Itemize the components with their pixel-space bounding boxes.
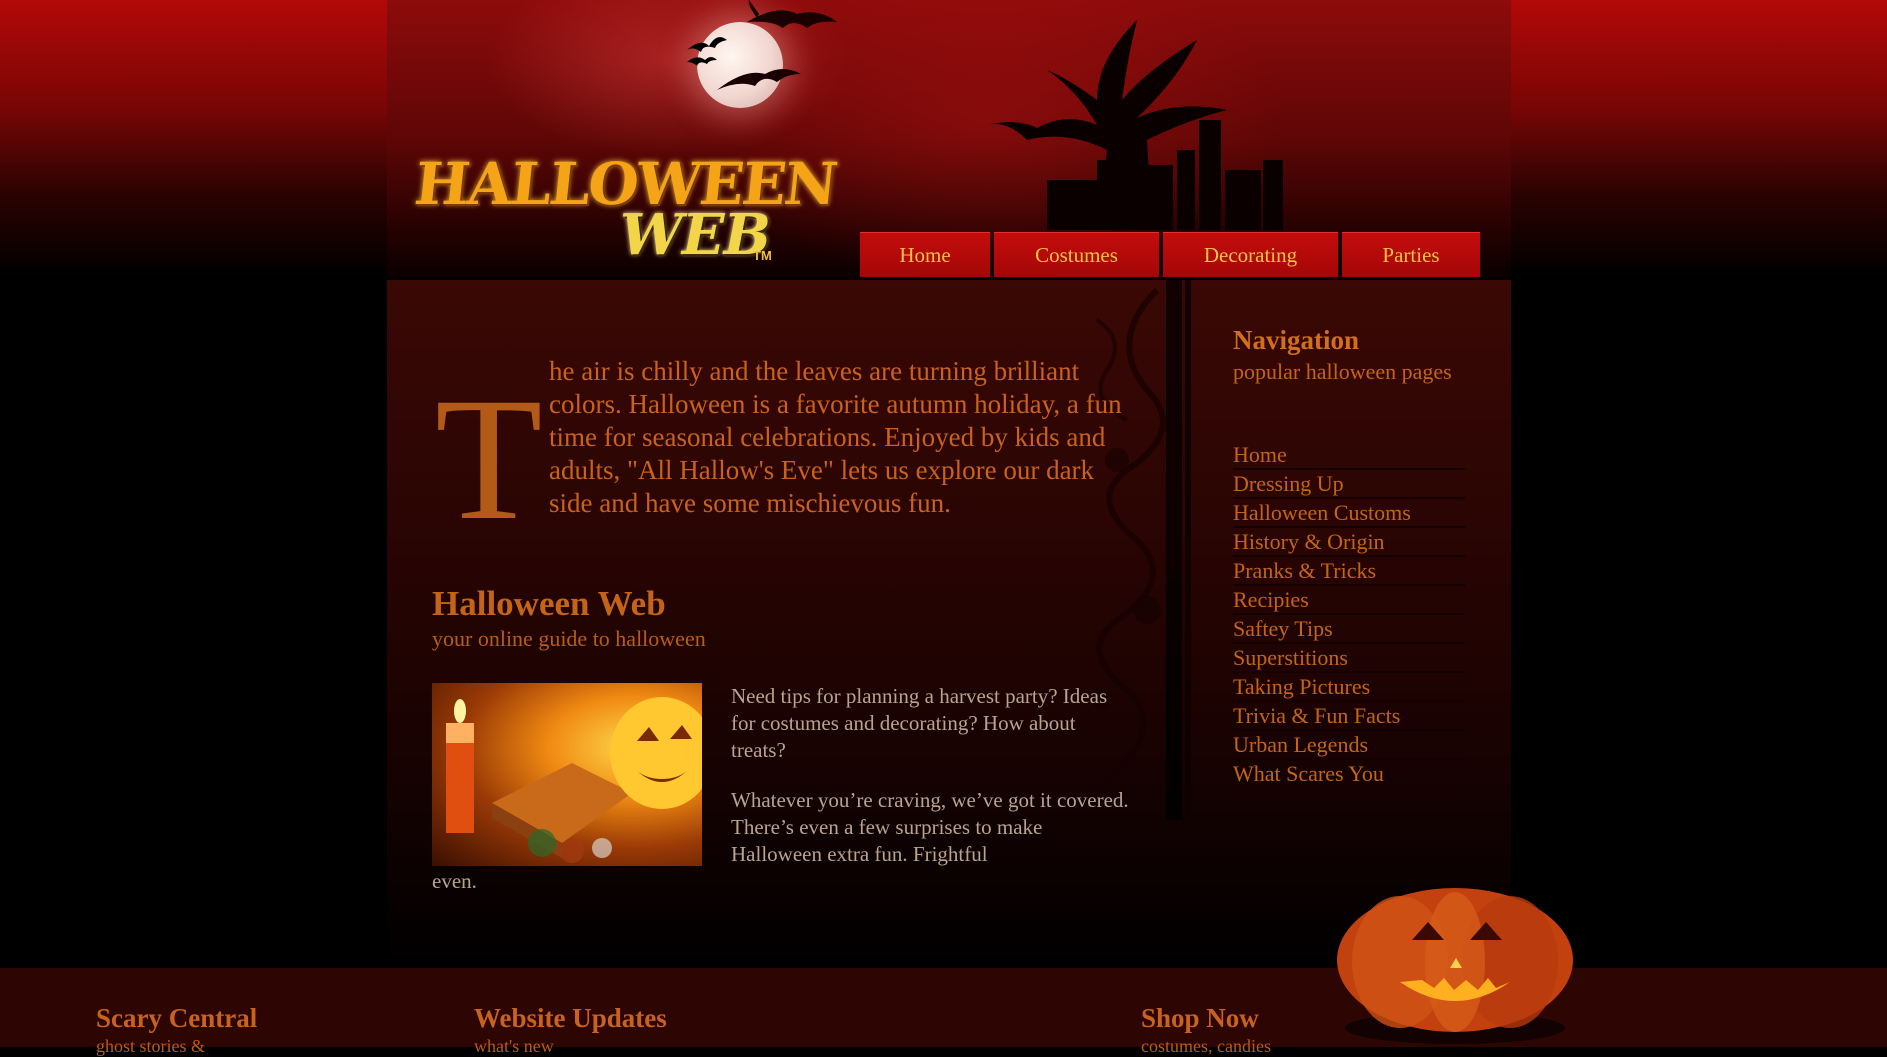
column-divider	[1185, 280, 1191, 820]
drop-cap: T	[435, 362, 543, 557]
logo-wordmark-web: WEB	[620, 202, 771, 268]
tab-decorating[interactable]: Decorating	[1163, 232, 1338, 277]
main-nav-tabs: Home Costumes Decorating Parties	[860, 232, 1480, 278]
sidebar-item-history-origin[interactable]: History & Origin	[1233, 528, 1465, 557]
sidebar-item-urban-legends[interactable]: Urban Legends	[1233, 731, 1465, 760]
jack-o-lantern-icon	[1337, 888, 1573, 1044]
sidebar-nav-list: Home Dressing Up Halloween Customs Histo…	[1233, 441, 1465, 789]
footer-heading-shop-now[interactable]: Shop Now	[1141, 1003, 1259, 1034]
sidebar-item-dressing-up[interactable]: Dressing Up	[1233, 470, 1465, 499]
sidebar-heading: Navigation	[1233, 325, 1360, 355]
sidebar-item-home[interactable]: Home	[1233, 441, 1465, 470]
sidebar-item-taking-pictures[interactable]: Taking Pictures	[1233, 673, 1465, 702]
bats-icon	[687, 0, 837, 90]
column-divider	[1166, 280, 1182, 820]
sidebar-item-superstitions[interactable]: Superstitions	[1233, 644, 1465, 673]
sidebar-item-recipies[interactable]: Recipies	[1233, 586, 1465, 615]
tab-parties[interactable]: Parties	[1342, 232, 1480, 277]
sidebar-subheading: popular halloween pages	[1233, 359, 1452, 384]
body-paragraph-1: Need tips for planning a harvest party? …	[731, 684, 1108, 762]
page-title: Halloween Web	[432, 584, 666, 623]
pumpkin-candle-photo	[432, 683, 702, 866]
intro-paragraph: he air is chilly and the leaves are turn…	[549, 356, 1122, 518]
sidebar-item-trivia-fun-facts[interactable]: Trivia & Fun Facts	[1233, 702, 1465, 731]
sidebar-item-what-scares-you[interactable]: What Scares You	[1233, 760, 1465, 789]
sidebar-item-pranks-tricks[interactable]: Pranks & Tricks	[1233, 557, 1465, 586]
logo-trademark: TM	[753, 248, 772, 263]
body-paragraph-tail: even.	[432, 869, 477, 893]
dead-tree-icon	[987, 20, 1283, 230]
tab-home[interactable]: Home	[860, 232, 990, 277]
footer-heading-website-updates[interactable]: Website Updates	[474, 1003, 667, 1034]
body-paragraph-2: Whatever you’re craving, we’ve got it co…	[731, 788, 1129, 866]
site-logo[interactable]: HALLOWEEN WEB TM	[411, 150, 839, 270]
page-tagline: your online guide to halloween	[432, 626, 706, 651]
tab-costumes[interactable]: Costumes	[994, 232, 1159, 277]
footer-heading-scary-central[interactable]: Scary Central	[96, 1003, 257, 1034]
footer	[0, 968, 1887, 1047]
sidebar-item-saftey-tips[interactable]: Saftey Tips	[1233, 615, 1465, 644]
sidebar-item-halloween-customs[interactable]: Halloween Customs	[1233, 499, 1465, 528]
